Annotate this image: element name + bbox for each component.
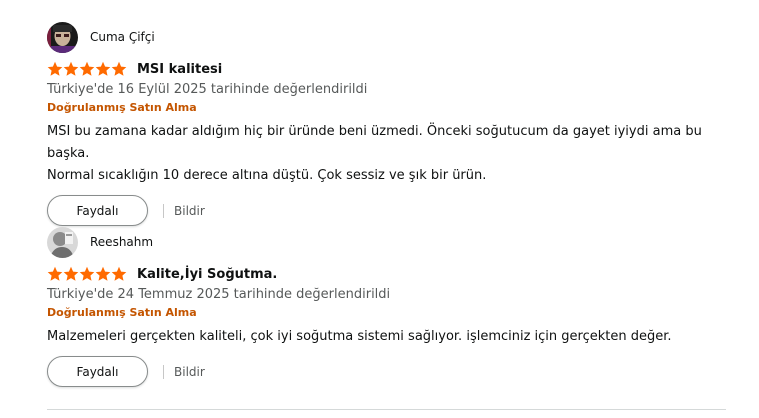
star-icon [111, 61, 127, 76]
star-icon [95, 266, 111, 281]
helpful-button[interactable]: Faydalı [47, 195, 148, 226]
review-actions: Faydalı Bildir [47, 195, 737, 226]
review-title-row: Kalite,İyi Soğutma. [47, 264, 737, 284]
star-icon [63, 266, 79, 281]
review-author-row: Reeshahm [47, 226, 737, 258]
star-rating[interactable] [47, 61, 127, 77]
review-author-row: Cuma Çifçi [47, 21, 737, 53]
action-divider [163, 203, 164, 218]
review-title-row: MSI kalitesi [47, 59, 737, 79]
star-icon [47, 61, 63, 76]
review-body-line: Normal sıcaklığın 10 derece altına düştü… [47, 168, 487, 183]
review-title[interactable]: MSI kalitesi [137, 62, 222, 77]
verified-purchase-badge: Doğrulanmış Satın Alma [47, 306, 197, 319]
review-card: Cuma Çifçi MSI kalitesi Türkiye'de 16 Ey… [47, 21, 737, 226]
avatar[interactable] [47, 226, 78, 258]
star-icon [63, 61, 79, 76]
review-body: Malzemeleri gerçekten kaliteli, çok iyi … [47, 326, 737, 348]
star-icon [79, 266, 95, 281]
star-icon [79, 61, 95, 76]
helpful-button[interactable]: Faydalı [47, 356, 148, 387]
review-actions: Faydalı Bildir [47, 356, 737, 387]
report-link[interactable]: Bildir [174, 365, 205, 379]
review-date: Türkiye'de 24 Temmuz 2025 tarihinde değe… [47, 287, 391, 302]
review-body: MSI bu zamana kadar aldığım hiç bir ürün… [47, 121, 737, 187]
avatar[interactable] [47, 21, 78, 53]
review-date: Türkiye'de 16 Eylül 2025 tarihinde değer… [47, 82, 368, 97]
review-card: Reeshahm Kalite,İyi Soğutma. Türkiye'de … [47, 226, 737, 387]
review-body-line: MSI bu zamana kadar aldığım hiç bir ürün… [47, 124, 702, 161]
star-rating[interactable] [47, 266, 127, 282]
star-icon [111, 266, 127, 281]
verified-purchase-badge: Doğrulanmış Satın Alma [47, 101, 197, 114]
author-name[interactable]: Cuma Çifçi [90, 30, 155, 44]
section-divider [47, 409, 726, 410]
action-divider [163, 364, 164, 379]
author-name[interactable]: Reeshahm [90, 235, 153, 249]
star-icon [47, 266, 63, 281]
star-icon [95, 61, 111, 76]
review-body-line: Malzemeleri gerçekten kaliteli, çok iyi … [47, 329, 672, 344]
review-title[interactable]: Kalite,İyi Soğutma. [137, 267, 277, 282]
report-link[interactable]: Bildir [174, 204, 205, 218]
